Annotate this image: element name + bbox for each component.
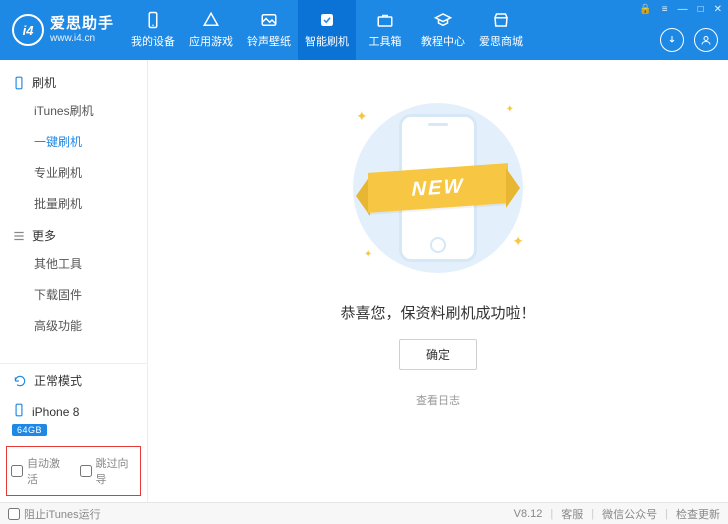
app-header: i4 爱思助手 www.i4.cn 我的设备 应用游戏 铃声壁纸 智能刷机 工具…: [0, 0, 728, 60]
brand-url: www.i4.cn: [50, 33, 114, 44]
flash-icon: [318, 11, 336, 29]
maximize-icon[interactable]: □: [698, 4, 704, 15]
sparkle-icon: ✦: [364, 249, 372, 260]
main-content: ✦ ✦ ✦ ✦ NEW 恭喜您，保资料刷机成功啦！ 确定 查看日志: [148, 60, 728, 502]
menu-icon[interactable]: ≡: [662, 4, 668, 15]
new-ribbon: NEW: [343, 161, 533, 215]
mode-label: 正常模式: [34, 372, 82, 389]
status-bar: 阻止iTunes运行 V8.12 | 客服 | 微信公众号 | 检查更新: [0, 502, 728, 524]
nav-my-device[interactable]: 我的设备: [124, 0, 182, 60]
brand-logo-icon: i4: [12, 14, 44, 46]
phone-icon: [12, 76, 26, 90]
sidebar-group-flash: 刷机: [0, 66, 147, 95]
nav-flash[interactable]: 智能刷机: [298, 0, 356, 60]
sidebar-bottom: 正常模式 iPhone 8 64GB 自动激活 跳过向导: [0, 363, 147, 502]
nav-label: 铃声壁纸: [247, 33, 291, 49]
header-right-buttons: [660, 28, 718, 52]
minimize-icon[interactable]: —: [678, 4, 688, 15]
storage-badge: 64GB: [12, 424, 47, 436]
sidebar-item-advanced[interactable]: 高级功能: [0, 310, 147, 341]
refresh-icon: [12, 373, 28, 389]
brand-name: 爱思助手: [50, 16, 114, 33]
support-link[interactable]: 客服: [561, 506, 583, 522]
check-update-link[interactable]: 检查更新: [676, 506, 720, 522]
group-title: 刷机: [32, 74, 56, 91]
image-icon: [260, 11, 278, 29]
sparkle-icon: ✦: [506, 104, 514, 115]
auto-activate-checkbox[interactable]: 自动激活: [11, 455, 68, 487]
nav-ringtones[interactable]: 铃声壁纸: [240, 0, 298, 60]
apps-icon: [202, 11, 220, 29]
wechat-link[interactable]: 微信公众号: [602, 506, 657, 522]
sidebar-group-more: 更多: [0, 219, 147, 248]
store-icon: [492, 11, 510, 29]
account-button[interactable]: [694, 28, 718, 52]
window-controls: 🔒 ≡ — □ ✕: [639, 4, 722, 15]
nav-label: 教程中心: [421, 33, 465, 49]
nav-label: 爱思商城: [479, 33, 523, 49]
group-title: 更多: [32, 227, 56, 244]
device-name: iPhone 8: [32, 405, 79, 419]
success-message: 恭喜您，保资料刷机成功啦！: [340, 302, 535, 323]
nav-tutorials[interactable]: 教程中心: [414, 0, 472, 60]
brand-text: 爱思助手 www.i4.cn: [50, 16, 114, 44]
app-body: 刷机 iTunes刷机 一键刷机 专业刷机 批量刷机 更多 其他工具 下载固件 …: [0, 60, 728, 502]
device-row[interactable]: iPhone 8 64GB: [0, 397, 147, 446]
close-icon[interactable]: ✕: [714, 4, 722, 15]
sparkle-icon: ✦: [512, 233, 524, 250]
sidebar-item-batch[interactable]: 批量刷机: [0, 188, 147, 219]
device-icon: [12, 403, 26, 420]
version-label: V8.12: [514, 508, 543, 520]
success-illustration: ✦ ✦ ✦ ✦ NEW: [328, 98, 548, 278]
sparkle-icon: ✦: [356, 108, 368, 125]
nav-tools[interactable]: 工具箱: [356, 0, 414, 60]
sidebar-item-oneclick[interactable]: 一键刷机: [0, 126, 147, 157]
sidebar-item-downloadfw[interactable]: 下载固件: [0, 279, 147, 310]
lock-icon[interactable]: 🔒: [639, 4, 651, 15]
list-icon: [12, 229, 26, 243]
sidebar-item-pro[interactable]: 专业刷机: [0, 157, 147, 188]
nav-store[interactable]: 爱思商城: [472, 0, 530, 60]
options-highlight: 自动激活 跳过向导: [6, 446, 141, 496]
skip-guide-checkbox[interactable]: 跳过向导: [80, 455, 137, 487]
top-nav: 我的设备 应用游戏 铃声壁纸 智能刷机 工具箱 教程中心 爱思商城: [124, 0, 530, 60]
phone-icon: [144, 11, 162, 29]
block-itunes-checkbox[interactable]: 阻止iTunes运行: [8, 506, 101, 522]
nav-label: 应用游戏: [189, 33, 233, 49]
sidebar-item-itunes[interactable]: iTunes刷机: [0, 95, 147, 126]
graduation-icon: [434, 11, 452, 29]
toolbox-icon: [376, 11, 394, 29]
view-log-link[interactable]: 查看日志: [416, 392, 460, 408]
mode-row[interactable]: 正常模式: [0, 364, 147, 397]
nav-apps[interactable]: 应用游戏: [182, 0, 240, 60]
confirm-button[interactable]: 确定: [399, 339, 477, 370]
nav-label: 工具箱: [369, 33, 402, 49]
download-button[interactable]: [660, 28, 684, 52]
ribbon-text: NEW: [368, 163, 508, 213]
sidebar: 刷机 iTunes刷机 一键刷机 专业刷机 批量刷机 更多 其他工具 下载固件 …: [0, 60, 148, 502]
sidebar-item-othertools[interactable]: 其他工具: [0, 248, 147, 279]
nav-label: 智能刷机: [305, 33, 349, 49]
brand: i4 爱思助手 www.i4.cn: [0, 14, 124, 46]
nav-label: 我的设备: [131, 33, 175, 49]
